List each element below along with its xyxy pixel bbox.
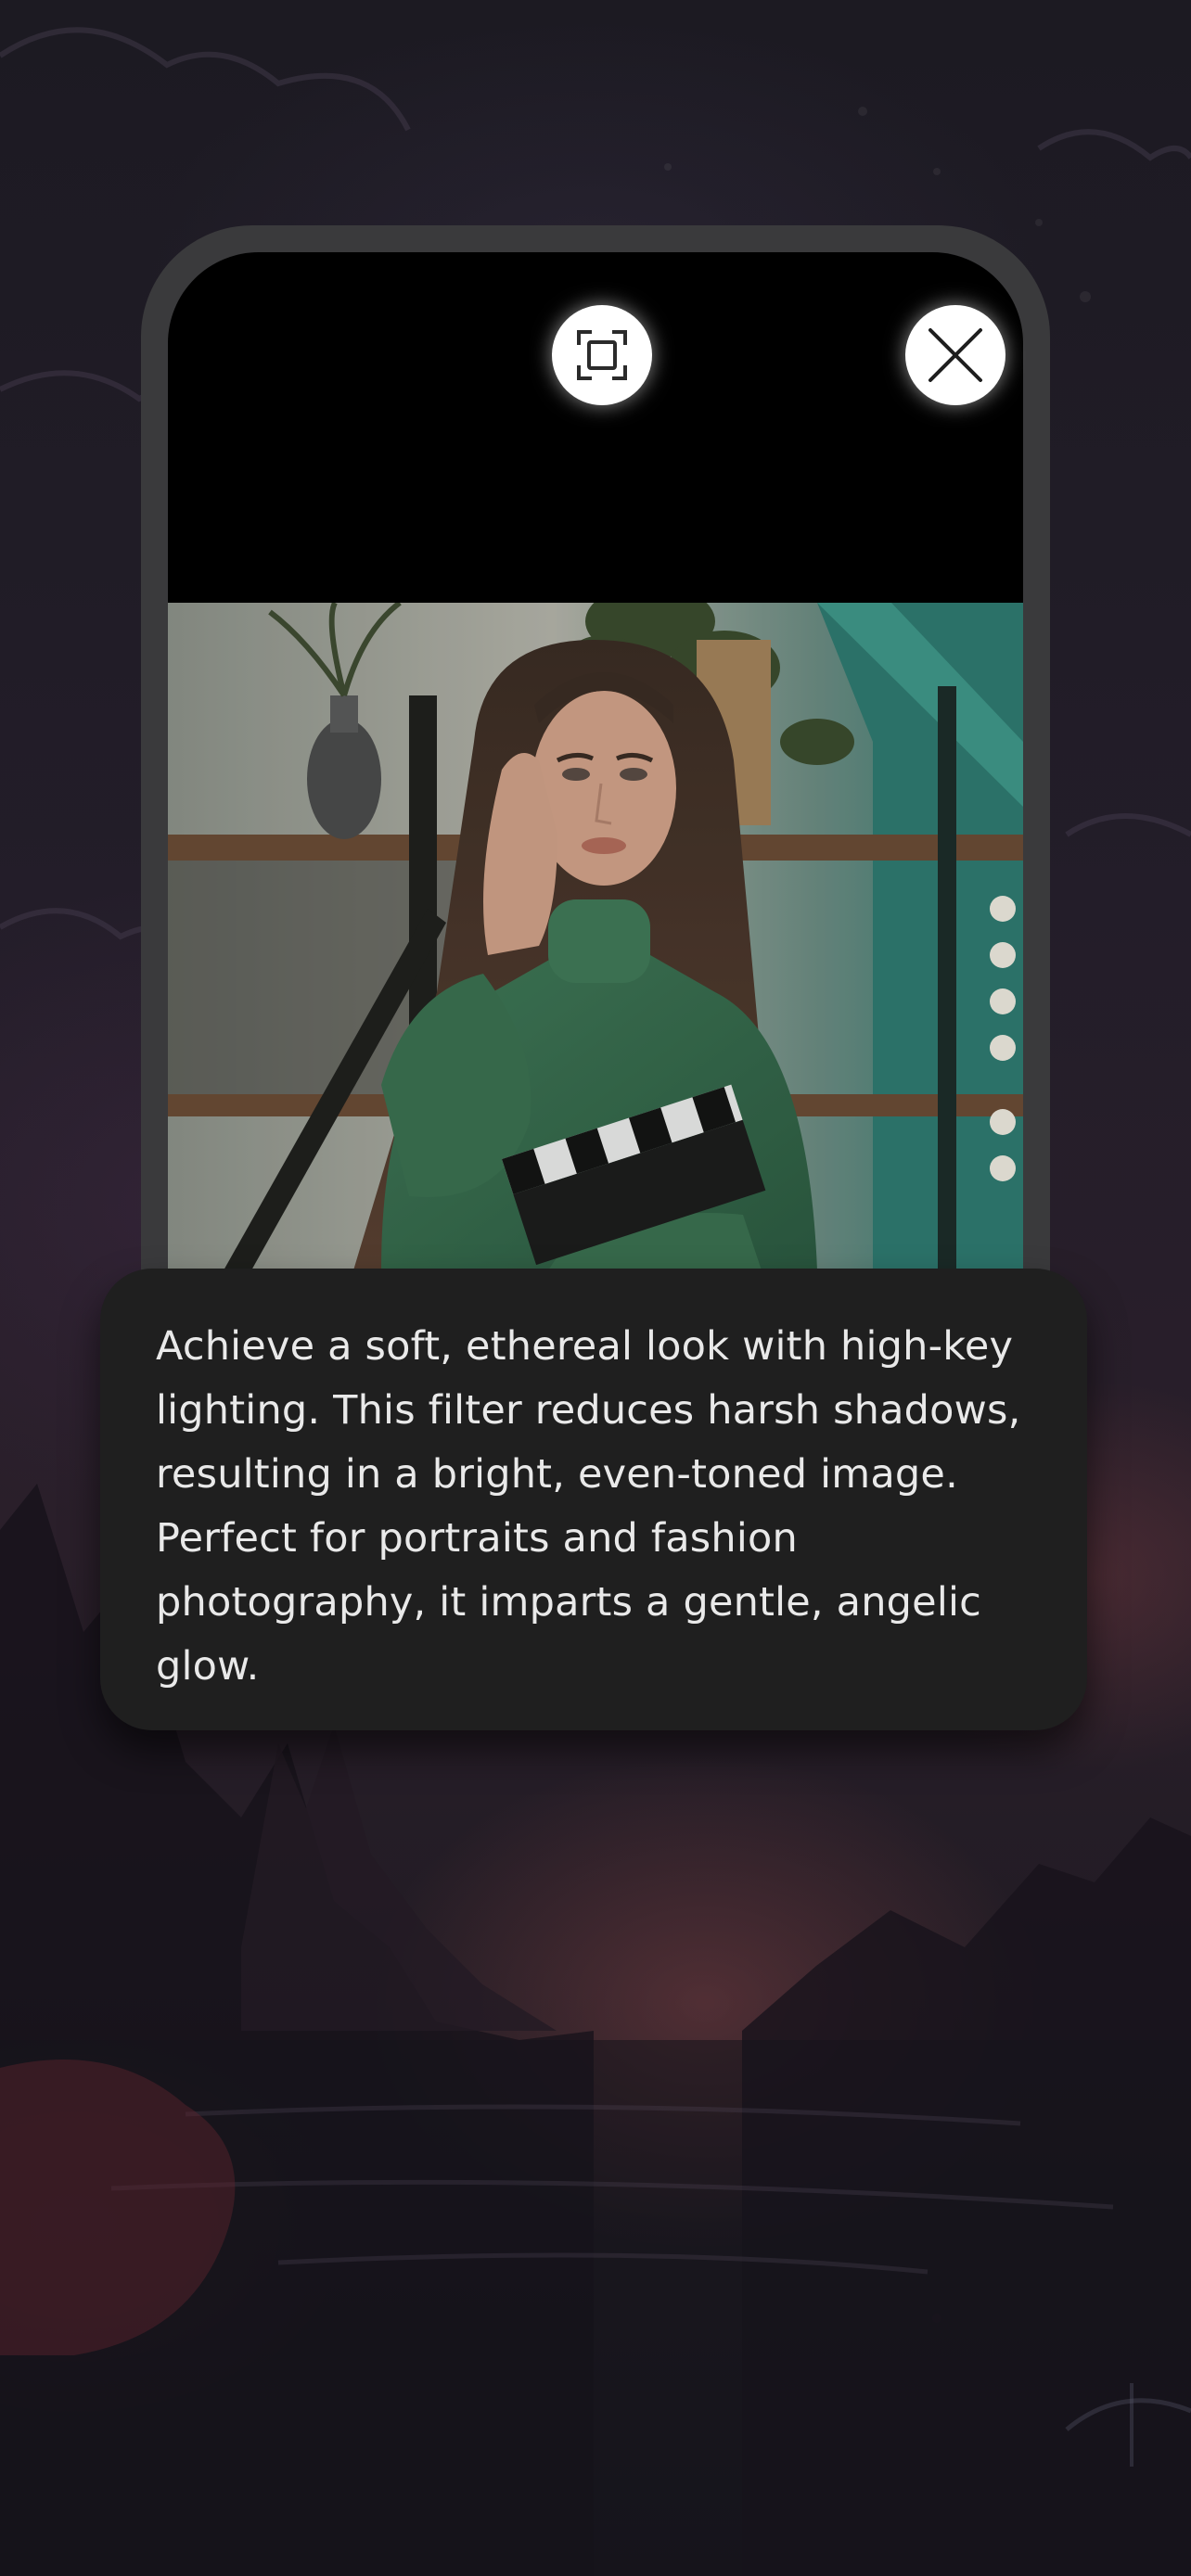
filter-description-text: Achieve a soft, ethereal look with high-… (156, 1323, 1021, 1690)
phone-preview-screen (168, 252, 1023, 1301)
fit-frame-button[interactable] (552, 305, 652, 405)
portrait-photo-illustration (168, 603, 1023, 1270)
portrait-photo (168, 603, 1023, 1270)
page: Achieve a soft, ethereal look with high-… (0, 0, 1191, 2576)
filter-description-card: Achieve a soft, ethereal look with high-… (100, 1269, 1087, 1730)
close-button[interactable] (905, 305, 1005, 405)
fit-frame-icon (577, 330, 627, 380)
close-icon (928, 328, 982, 382)
